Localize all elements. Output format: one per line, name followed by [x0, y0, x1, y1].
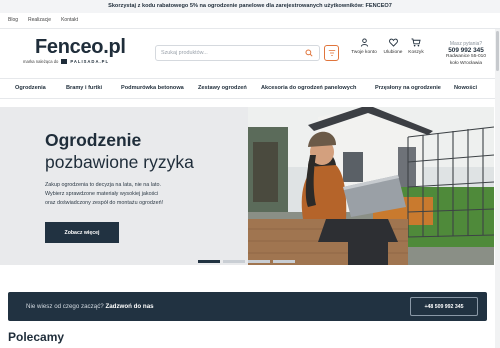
account-label: Twoje konto: [351, 50, 377, 55]
logo-tagline-text: marka należąca do: [23, 59, 59, 64]
wishlist-label: Ulubione: [383, 50, 403, 55]
main-nav: Ogrodzenia Bramy i furtki Podmurówka bet…: [0, 79, 500, 98]
promo-banner: Skorzystaj z kodu rabatowego 5% na ogrod…: [0, 0, 500, 13]
palisada-mark-icon: [61, 59, 68, 64]
account-link[interactable]: Twoje konto: [349, 38, 379, 55]
toplink-realizacje[interactable]: Realizacje: [28, 15, 51, 25]
hero-image: [248, 107, 494, 265]
page-scrollbar[interactable]: [495, 29, 500, 348]
nav-item-ogrodzenia[interactable]: Ogrodzenia: [15, 79, 46, 98]
nav-item-akcesoria[interactable]: Akcesoria do ogrodzeń panelowych: [261, 79, 356, 98]
logo-brand: PALISADA.PL: [70, 59, 109, 64]
promo-text: Skorzystaj z kodu rabatowego 5% na ogrod…: [108, 3, 392, 9]
user-icon: [360, 38, 368, 47]
hero-desc-line2: Wybierz sprawdzone materiały wysokiej ja…: [45, 191, 159, 197]
heart-icon: [388, 38, 398, 47]
hero-subtitle: pozbawione ryzyka: [45, 152, 194, 172]
nav-item-nowosci[interactable]: Nowości: [454, 79, 477, 98]
top-links: Blog Realizacje Kontakt: [8, 15, 78, 25]
slider-dot-3[interactable]: [248, 260, 270, 263]
call-phone-button[interactable]: +48 509 992 345: [410, 297, 478, 316]
toplink-kontakt[interactable]: Kontakt: [61, 15, 78, 25]
contact-address-line2: koło Wrocławia: [449, 60, 483, 66]
cart-label: Koszyk: [408, 50, 424, 55]
logo-tagline: marka należąca do PALISADA.PL: [23, 59, 109, 64]
slider-dot-2[interactable]: [223, 260, 245, 263]
nav-item-przeslony[interactable]: Przęsłony na ogrodzenie: [375, 79, 441, 98]
call-action: Zadzwoń do nas: [105, 303, 154, 310]
scrollbar-thumb[interactable]: [496, 31, 499, 71]
hero-desc-line3: oraz doświadczony zespół do montażu ogro…: [45, 200, 164, 206]
contact-address-line1: Radwanice 55-010: [445, 54, 486, 59]
cart-link[interactable]: Koszyk: [401, 38, 431, 55]
search-input[interactable]: [161, 50, 304, 56]
filter-icon: [328, 50, 335, 56]
section-title: Polecamy: [8, 330, 65, 344]
hero-title: Ogrodzenie: [45, 130, 142, 150]
call-banner: Nie wiesz od czego zacząć? Zadzwoń do na…: [8, 292, 487, 321]
contact-box: Masz pytania? 509 992 345 Radwanice 55-0…: [440, 41, 492, 67]
site-logo[interactable]: Fenceo.pl: [35, 36, 126, 58]
divider: [0, 28, 500, 29]
slider-dot-1[interactable]: [198, 260, 220, 263]
slider-pagination: [198, 260, 295, 263]
nav-item-podmurowka[interactable]: Podmurówka betonowa: [121, 79, 184, 98]
nav-item-bramy[interactable]: Bramy i furtki: [66, 79, 102, 98]
toplink-blog[interactable]: Blog: [8, 15, 18, 25]
call-banner-text: Nie wiesz od czego zacząć? Zadzwoń do na…: [26, 292, 154, 321]
search-icon[interactable]: [304, 48, 314, 58]
call-question: Nie wiesz od czego zacząć?: [26, 303, 106, 310]
search-bar: [155, 45, 320, 61]
cart-icon: [411, 38, 421, 47]
nav-item-zestawy[interactable]: Zestawy ogrodzeń: [198, 79, 247, 98]
slider-dot-4[interactable]: [273, 260, 295, 263]
divider: [0, 98, 500, 99]
hero-description: Zakup ogrodzenia to decyzja na lata, nie…: [45, 181, 190, 208]
hero-cta-button[interactable]: Zobacz więcej: [45, 222, 119, 243]
hero-desc-line1: Zakup ogrodzenia to decyzja na lata, nie…: [45, 182, 161, 188]
filter-button[interactable]: [324, 45, 339, 61]
